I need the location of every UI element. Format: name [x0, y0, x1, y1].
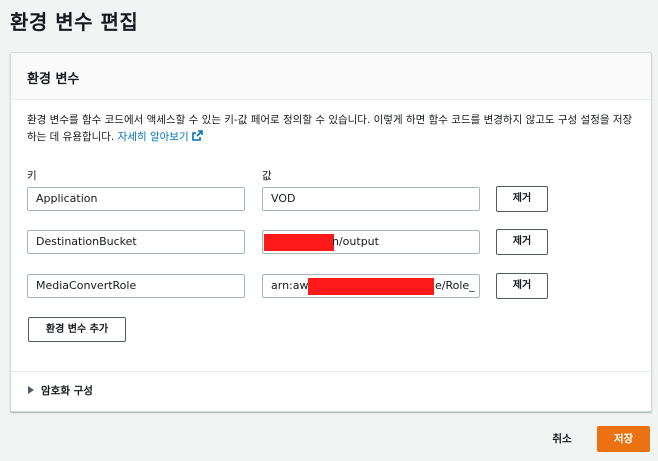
panel-description: 환경 변수를 함수 코드에서 액세스할 수 있는 키-값 페어로 정의할 수 있… [27, 112, 637, 147]
value-input-application[interactable]: VOD [262, 187, 480, 211]
cancel-button[interactable]: 취소 [542, 427, 582, 451]
key-text: DestinationBucket [36, 235, 137, 248]
encryption-config-toggle[interactable]: 암호화 구성 [28, 383, 93, 398]
add-environment-variable-button[interactable]: 환경 변수 추가 [28, 317, 126, 342]
redaction-mark [308, 278, 434, 295]
key-input-mediaconvert-role[interactable]: MediaConvertRole [27, 274, 245, 298]
remove-button-mediaconvert-role[interactable]: 제거 [496, 273, 548, 299]
learn-more-label[interactable]: 자세히 알아보기 [118, 131, 189, 143]
key-column-label: 키 [27, 170, 37, 182]
caret-right-icon [28, 386, 34, 394]
remove-button-application[interactable]: 제거 [496, 186, 548, 212]
remove-button-destination-bucket[interactable]: 제거 [496, 229, 548, 255]
key-text: Application [36, 192, 98, 205]
value-input-mediaconvert-role[interactable]: arn:aws e/Role_ [262, 274, 480, 298]
key-text: MediaConvertRole [36, 279, 137, 292]
page-title: 환경 변수 편집 [10, 10, 139, 34]
panel-header: 환경 변수 [11, 53, 651, 100]
environment-variables-panel: 환경 변수 환경 변수를 함수 코드에서 액세스할 수 있는 키-값 페어로 정… [10, 52, 652, 412]
panel-title: 환경 변수 [27, 72, 80, 87]
key-input-application[interactable]: Application [27, 187, 245, 211]
value-input-destination-bucket[interactable]: n/output [262, 230, 480, 254]
external-link-icon [191, 130, 203, 147]
encryption-label: 암호화 구성 [41, 385, 93, 397]
value-text: n/output [332, 235, 379, 248]
save-button[interactable]: 저장 [597, 426, 650, 452]
key-input-destination-bucket[interactable]: DestinationBucket [27, 230, 245, 254]
value-text: VOD [271, 192, 296, 205]
learn-more-link[interactable]: 자세히 알아보기 [118, 130, 203, 143]
value-suffix-text: e/Role_ [435, 279, 475, 292]
redaction-mark [264, 234, 334, 251]
divider [11, 371, 651, 372]
value-column-label: 값 [262, 170, 272, 182]
